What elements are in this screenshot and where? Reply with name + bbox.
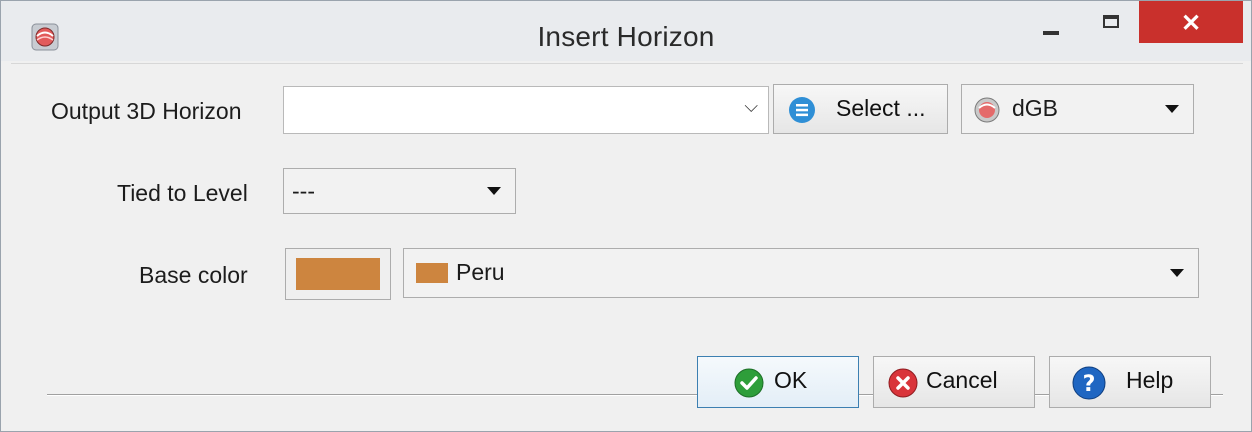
ok-button[interactable]: OK [697, 356, 859, 408]
select-button[interactable]: Select ... [773, 84, 948, 134]
separator [47, 394, 1223, 396]
list-icon [789, 97, 815, 123]
ok-button-label: OK [774, 367, 808, 393]
dgb-logo-icon [974, 97, 1000, 123]
chevron-down-icon[interactable]: ⌵ [744, 96, 758, 117]
cancel-icon [888, 368, 918, 398]
color-chip [416, 263, 448, 283]
color-swatch [296, 258, 380, 290]
dropdown-arrow-icon[interactable] [487, 187, 501, 195]
dropdown-arrow-icon[interactable] [1165, 105, 1179, 113]
close-icon: ✕ [1180, 10, 1202, 37]
help-icon: ? [1072, 366, 1106, 400]
color-picker-button[interactable] [285, 248, 391, 300]
survey-label: dGB [1012, 95, 1059, 121]
dropdown-arrow-icon[interactable] [1170, 269, 1184, 277]
output-horizon-label: Output 3D Horizon [51, 98, 242, 124]
minimize-button[interactable] [1037, 1, 1069, 43]
help-button-label: Help [1126, 367, 1174, 393]
help-button[interactable]: ? Help [1049, 356, 1211, 408]
survey-select[interactable]: dGB [961, 84, 1194, 134]
svg-text:?: ? [1083, 372, 1096, 397]
cancel-button[interactable]: Cancel [873, 356, 1035, 408]
color-name-select[interactable]: Peru [403, 248, 1199, 298]
tied-to-level-select[interactable]: --- [283, 168, 516, 214]
color-name-value: Peru [456, 259, 505, 285]
title-bar[interactable]: Insert Horizon ✕ [1, 1, 1251, 61]
close-button[interactable]: ✕ [1139, 1, 1243, 43]
check-icon [734, 368, 764, 398]
dialog-body: Output 3D Horizon ⌵ Select ... dGB Tied … [11, 63, 1243, 420]
cancel-button-label: Cancel [926, 367, 998, 393]
maximize-button[interactable] [1091, 1, 1131, 43]
tied-to-level-label: Tied to Level [117, 180, 248, 206]
insert-horizon-dialog: Insert Horizon ✕ Output 3D Horizon ⌵ Sel… [0, 0, 1252, 432]
select-button-label: Select ... [836, 95, 926, 121]
tied-to-level-value: --- [292, 178, 315, 204]
base-color-label: Base color [139, 262, 248, 288]
output-horizon-combo[interactable]: ⌵ [283, 86, 769, 134]
